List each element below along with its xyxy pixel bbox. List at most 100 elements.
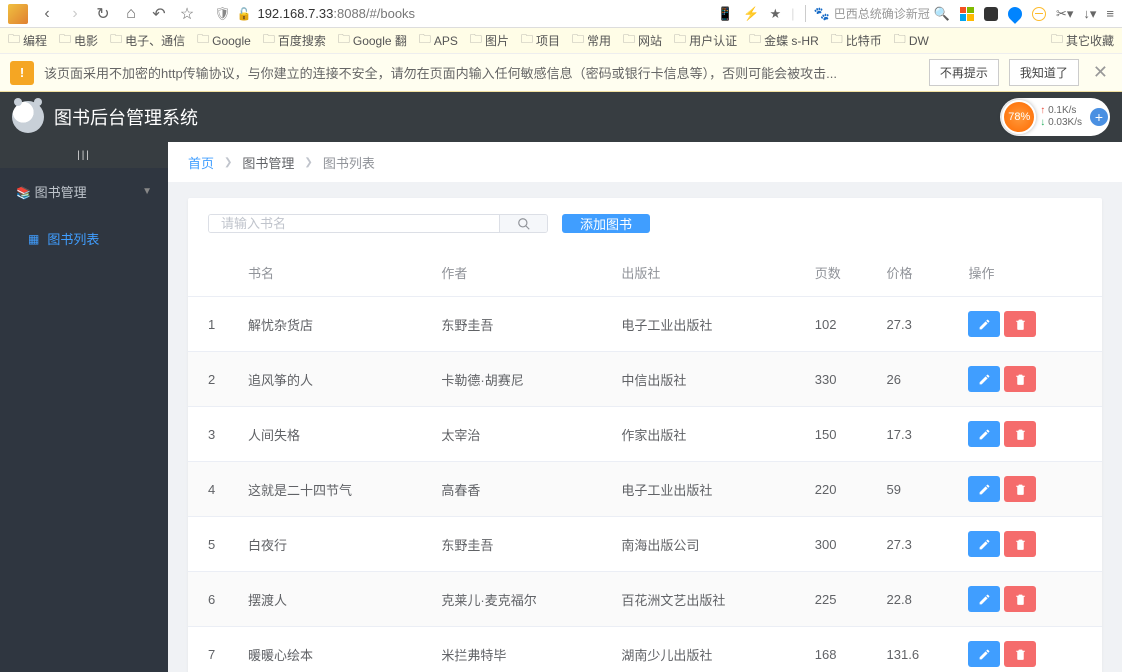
- cell-name: 暖暖心绘本: [238, 627, 431, 672]
- cell-author: 东野圭吾: [431, 517, 611, 572]
- bookmark-item[interactable]: 🗀电影: [59, 30, 98, 51]
- delete-button[interactable]: [1004, 366, 1036, 392]
- search-button[interactable]: [499, 215, 547, 232]
- bookmark-item[interactable]: 🗀网站: [623, 30, 662, 51]
- edit-button[interactable]: [968, 421, 1000, 447]
- cell-price: 26: [877, 352, 959, 407]
- delete-button[interactable]: [1004, 531, 1036, 557]
- edit-button[interactable]: [968, 311, 1000, 337]
- delete-button[interactable]: [1004, 421, 1036, 447]
- droplet-icon[interactable]: [1005, 4, 1025, 24]
- undo-button[interactable]: ↶: [150, 4, 168, 24]
- scissors-icon[interactable]: ✂▾: [1056, 6, 1073, 22]
- folder-icon: 🗀: [470, 30, 482, 51]
- shield-icon: 🛡: [214, 6, 231, 22]
- breadcrumb-home[interactable]: 首页: [188, 153, 214, 172]
- cell-price: 27.3: [877, 297, 959, 352]
- cell-publisher: 湖南少儿出版社: [611, 627, 804, 672]
- home-button[interactable]: ⌂: [122, 5, 140, 23]
- download-icon[interactable]: ↓▾: [1083, 6, 1096, 22]
- flash-icon[interactable]: ⚡: [743, 6, 759, 22]
- cell-price: 22.8: [877, 572, 959, 627]
- chevron-right-icon: ❯: [224, 157, 232, 168]
- bear-icon[interactable]: [984, 7, 998, 21]
- folder-icon: 🗀: [572, 30, 584, 51]
- bookmark-item[interactable]: 🗀编程: [8, 30, 47, 51]
- bookmark-item[interactable]: 🗀常用: [572, 30, 611, 51]
- back-button[interactable]: ‹: [38, 5, 56, 23]
- bookmark-item[interactable]: 🗀用户认证: [674, 30, 737, 51]
- delete-button[interactable]: [1004, 311, 1036, 337]
- folder-icon: 🗀: [623, 30, 635, 51]
- table-row: 3人间失格太宰治作家出版社15017.3: [188, 407, 1102, 462]
- star-button[interactable]: ☆: [178, 4, 196, 24]
- microsoft-icon[interactable]: [960, 7, 974, 21]
- cell-index: 3: [188, 407, 238, 462]
- bookmark-item[interactable]: 🗀Google: [197, 30, 251, 51]
- bookmark-item[interactable]: 🗀电子、通信: [110, 30, 185, 51]
- table-row: 7暖暖心绘本米拦弗特毕湖南少儿出版社168131.6: [188, 627, 1102, 672]
- add-book-button[interactable]: 添加图书: [562, 214, 650, 233]
- breadcrumb: 首页 ❯ 图书管理 ❯ 图书列表: [168, 142, 1122, 182]
- browser-search-text[interactable]: 巴西总统确诊新冠: [834, 5, 930, 22]
- edit-button[interactable]: [968, 586, 1000, 612]
- col-actions: 操作: [958, 249, 1102, 297]
- folder-icon: 🗀: [1051, 30, 1063, 51]
- search-icon[interactable]: 🔍: [934, 6, 950, 22]
- edit-button[interactable]: [968, 531, 1000, 557]
- bookmark-item[interactable]: 🗀金蝶 s-HR: [749, 30, 819, 51]
- cell-pages: 102: [805, 297, 877, 352]
- qr-icon[interactable]: 📱: [717, 6, 733, 22]
- cell-author: 克莱儿·麦克福尔: [431, 572, 611, 627]
- speed-widget[interactable]: 78% ↑ 0.1K/s ↓ 0.03K/s +: [1000, 98, 1110, 136]
- avatar[interactable]: [12, 101, 44, 133]
- delete-button[interactable]: [1004, 476, 1036, 502]
- menu-icon[interactable]: ≡: [1106, 6, 1114, 21]
- cell-price: 59: [877, 462, 959, 517]
- translate-icon[interactable]: ★: [770, 6, 782, 22]
- cell-name: 这就是二十四节气: [238, 462, 431, 517]
- cell-pages: 220: [805, 462, 877, 517]
- edit-button[interactable]: [968, 366, 1000, 392]
- delete-button[interactable]: [1004, 641, 1036, 667]
- close-icon[interactable]: ✕: [1089, 62, 1112, 83]
- bookmark-item[interactable]: 🗀项目: [521, 30, 560, 51]
- table-row: 6摆渡人克莱儿·麦克福尔百花洲文艺出版社22522.8: [188, 572, 1102, 627]
- cell-index: 2: [188, 352, 238, 407]
- cell-actions: [958, 297, 1102, 352]
- bookmark-item[interactable]: 🗀图片: [470, 30, 509, 51]
- search-input[interactable]: [209, 215, 499, 232]
- folder-icon: 🗀: [894, 30, 906, 51]
- edit-button[interactable]: [968, 476, 1000, 502]
- col-index: [188, 249, 238, 297]
- bookmarks-bar: 🗀编程 🗀电影 🗀电子、通信 🗀Google 🗀百度搜索 🗀Google 翻 🗀APS 🗀图片…: [0, 28, 1122, 54]
- bookmark-other[interactable]: 🗀其它收藏: [1051, 30, 1114, 51]
- delete-button[interactable]: [1004, 586, 1036, 612]
- plus-icon[interactable]: +: [1090, 108, 1108, 126]
- folder-icon: 🗀: [59, 30, 71, 51]
- bookmark-item[interactable]: 🗀DW: [894, 30, 929, 51]
- reload-button[interactable]: ↻: [94, 4, 112, 24]
- grid-icon: ▦: [28, 232, 39, 246]
- address-bar[interactable]: 🛡 🔓 192.168.7.33:8088/#/books: [206, 6, 707, 22]
- bookmark-item[interactable]: 🗀百度搜索: [263, 30, 326, 51]
- cell-pages: 150: [805, 407, 877, 462]
- cell-author: 米拦弗特毕: [431, 627, 611, 672]
- security-warning-bar: ! 该页面采用不加密的http传输协议，与你建立的连接不安全，请勿在页面内输入任…: [0, 54, 1122, 92]
- dismiss-forever-button[interactable]: 不再提示: [929, 59, 999, 86]
- forward-button[interactable]: ›: [66, 5, 84, 23]
- bookmark-item[interactable]: 🗀比特币: [831, 30, 882, 51]
- collapse-button[interactable]: |||: [0, 142, 168, 168]
- acknowledge-button[interactable]: 我知道了: [1009, 59, 1079, 86]
- bookmark-item[interactable]: 🗀Google 翻: [338, 30, 407, 51]
- cell-price: 17.3: [877, 407, 959, 462]
- bookmark-item[interactable]: 🗀APS: [419, 30, 458, 51]
- sidebar-item-book-list[interactable]: ▦ 图书列表: [0, 215, 168, 262]
- cell-name: 追风筝的人: [238, 352, 431, 407]
- edit-button[interactable]: [968, 641, 1000, 667]
- breadcrumb-item[interactable]: 图书管理: [242, 153, 294, 172]
- cell-actions: [958, 462, 1102, 517]
- sidebar-item-label: 图书管理: [35, 185, 87, 200]
- minimize-icon[interactable]: [1032, 7, 1046, 21]
- sidebar-item-books[interactable]: 📚 图书管理 ▼: [0, 168, 168, 215]
